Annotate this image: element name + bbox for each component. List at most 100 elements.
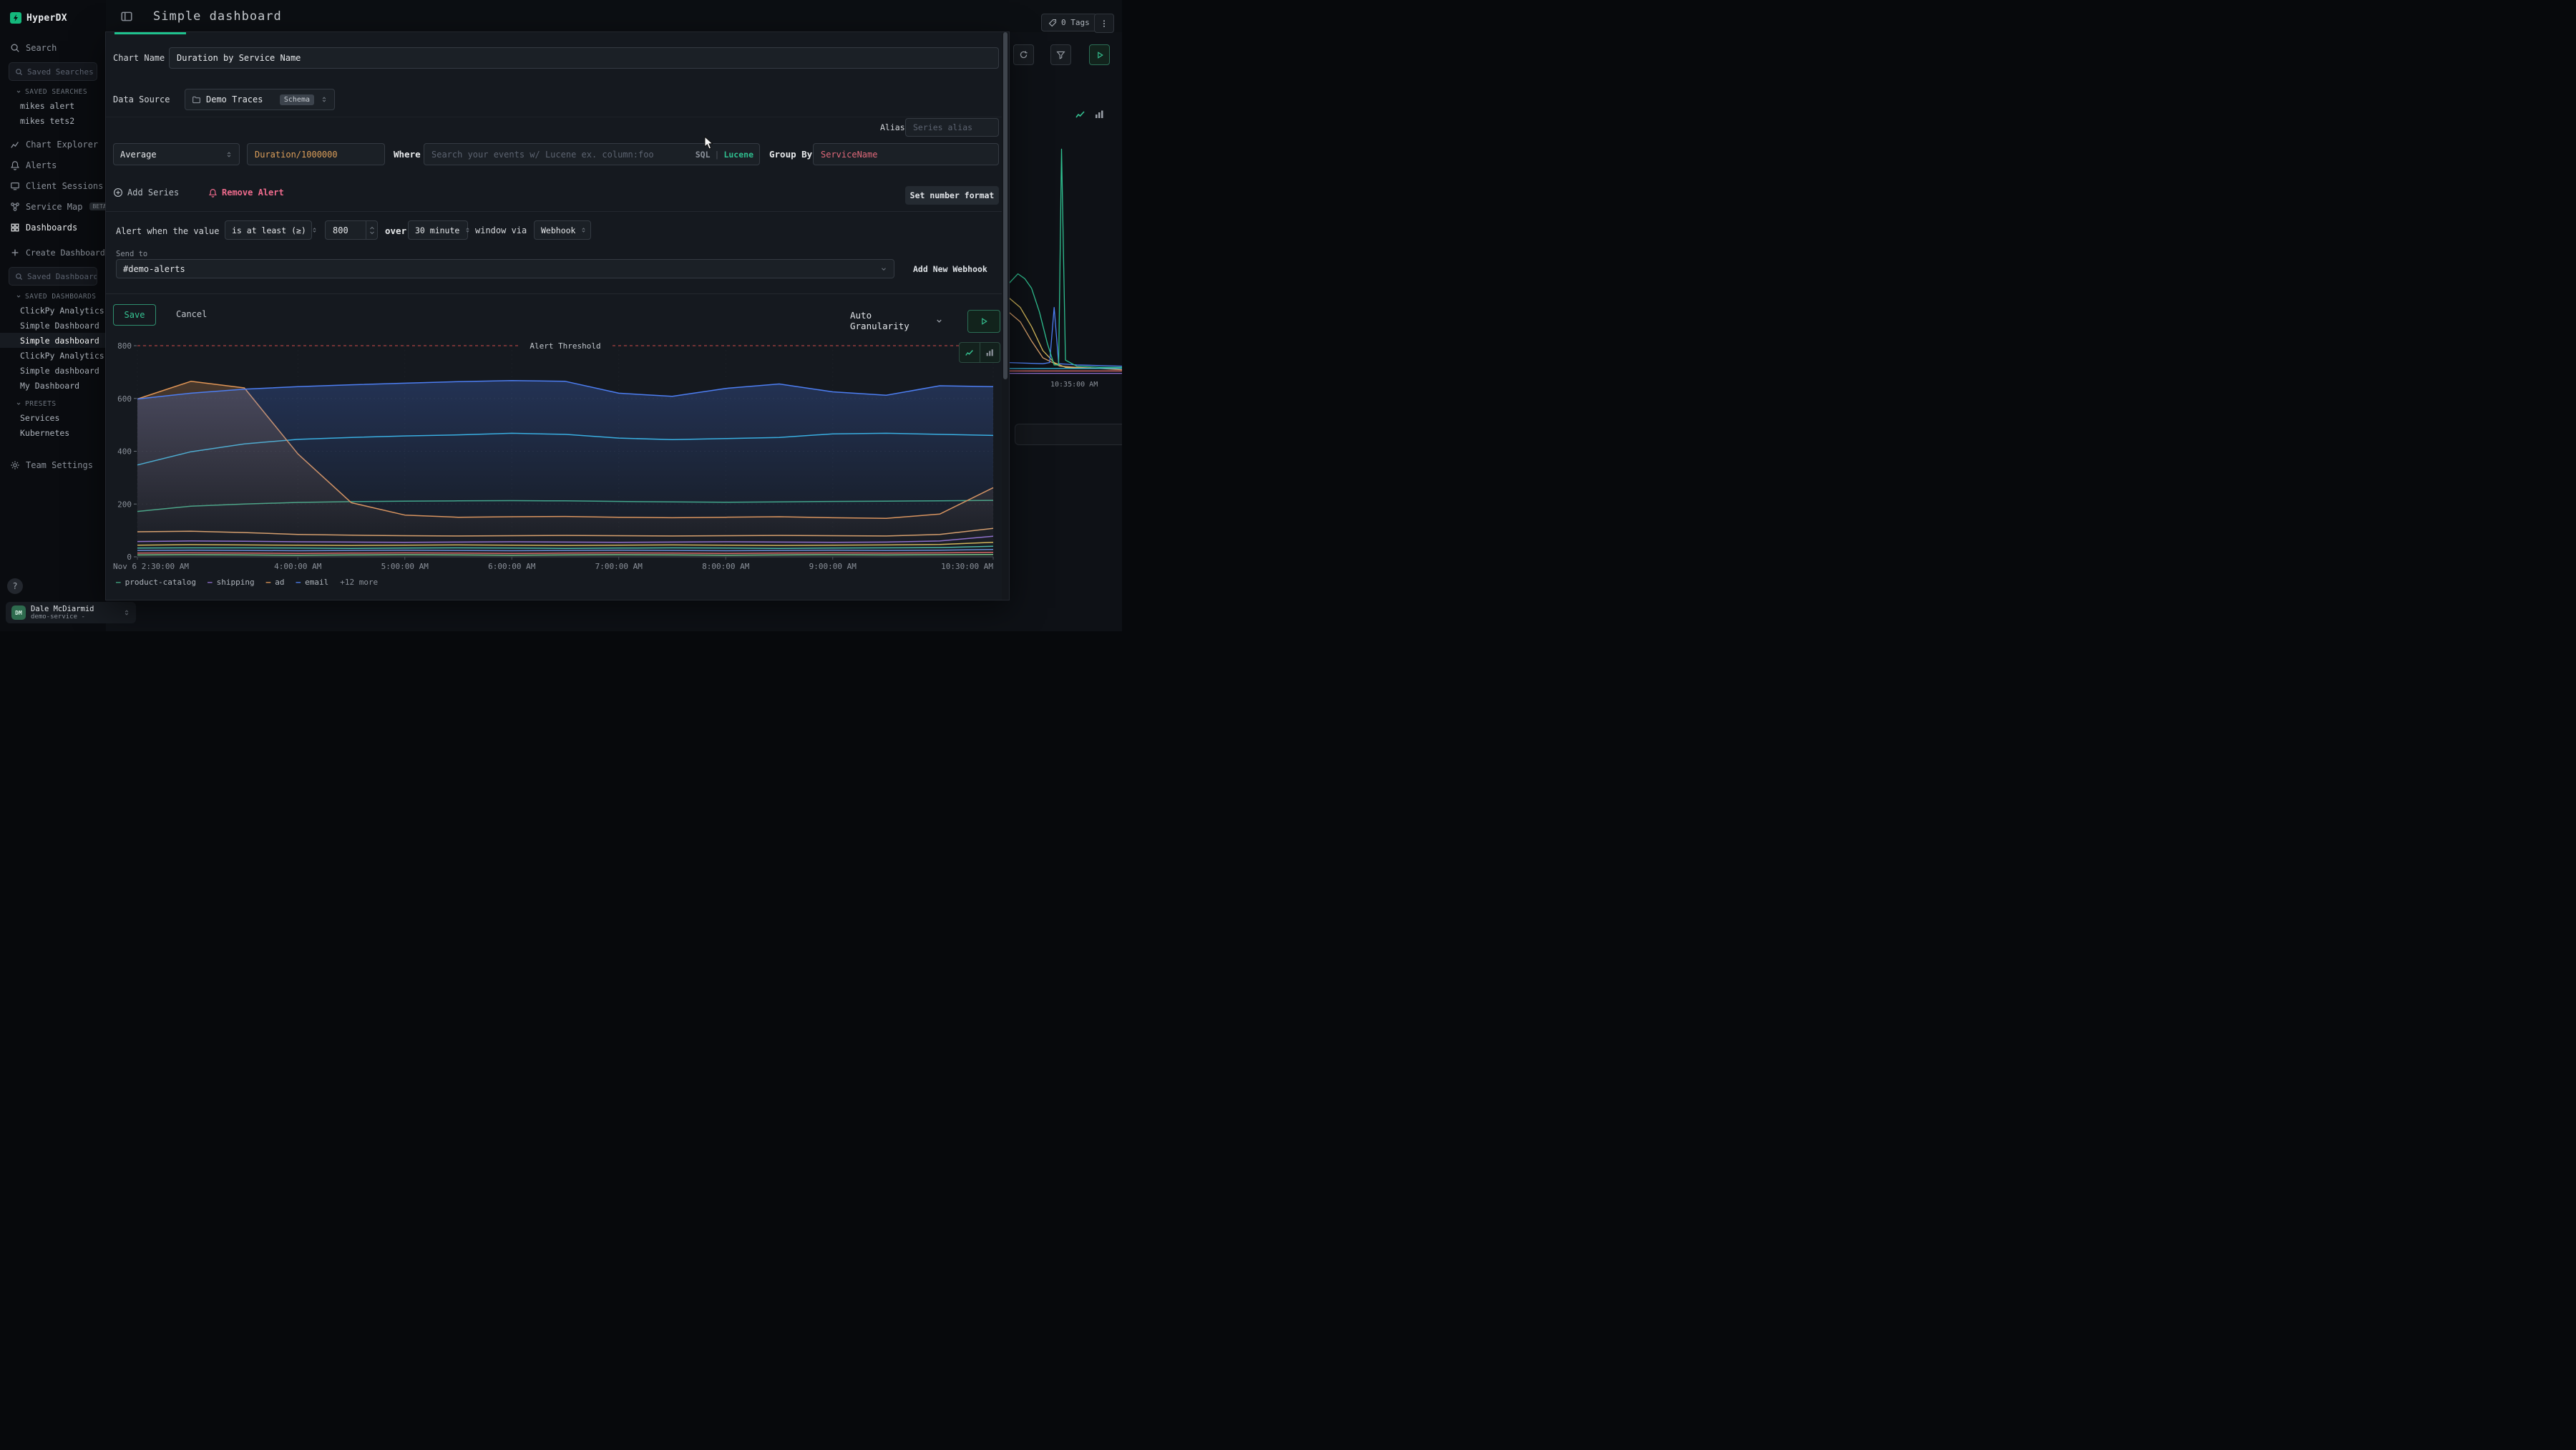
scrollbar-thumb[interactable] [1003, 32, 1008, 379]
tag-icon [1048, 19, 1057, 27]
legend-more[interactable]: +12 more [340, 578, 378, 587]
user-menu[interactable]: DM Dale McDiarmid demo-service - [6, 602, 136, 623]
chevron-down-icon [935, 317, 943, 325]
stepper-up-icon[interactable] [369, 225, 375, 230]
line-chart-icon [965, 348, 975, 358]
aggregation-select[interactable]: Average [113, 143, 240, 165]
sidebar-item-client-sessions[interactable]: Client Sessions [0, 175, 106, 196]
stepper-down-icon[interactable] [369, 230, 375, 235]
set-number-format-button[interactable]: Set number format [905, 186, 999, 205]
background-chart [1009, 140, 1122, 379]
page-title: Simple dashboard [153, 9, 282, 24]
preset-item-kubernetes[interactable]: Kubernetes [0, 425, 106, 440]
duration-chart[interactable]: 0200400600800Nov 6 2:30:00 AM4:00:00 AM5… [112, 339, 1002, 575]
chart-name-input[interactable] [169, 47, 999, 69]
run-chart-button[interactable] [967, 310, 1000, 333]
data-source-select[interactable]: Demo Traces Schema [185, 89, 335, 110]
sidebar-item-search[interactable]: Search [0, 37, 106, 58]
sidebar-item-service-map[interactable]: Service Map BETA [0, 196, 106, 217]
saved-searches-header[interactable]: SAVED SEARCHES [0, 85, 106, 98]
folder-icon [192, 95, 201, 104]
saved-dashboard-item[interactable]: Simple Dashboard [0, 318, 106, 333]
run-query-button[interactable] [1089, 44, 1110, 65]
svg-text:5:00:00 AM: 5:00:00 AM [381, 562, 429, 571]
alias-input[interactable] [905, 118, 999, 137]
save-button[interactable]: Save [113, 304, 156, 326]
chevrons-updown-icon [580, 227, 587, 233]
collapse-sidebar-icon[interactable] [120, 10, 133, 23]
bar-chart-toggle[interactable] [980, 343, 1000, 362]
sidebar-item-dashboards[interactable]: Dashboards [0, 217, 106, 238]
more-options-button[interactable] [1094, 14, 1114, 33]
alert-window-select[interactable]: 30 minute [408, 220, 468, 240]
chevron-down-icon [16, 293, 21, 299]
chevrons-updown-icon [123, 609, 130, 616]
preset-item-services[interactable]: Services [0, 410, 106, 425]
svg-text:600: 600 [117, 394, 132, 404]
line-chart-toggle[interactable] [960, 343, 980, 362]
saved-dashboard-item[interactable]: ClickPy Analytics [0, 348, 106, 363]
sql-toggle[interactable]: SQL [696, 150, 711, 160]
filter-button[interactable] [1050, 44, 1071, 65]
field-expression-input[interactable] [247, 143, 385, 165]
saved-dashboards-header[interactable]: SAVED DASHBOARDS [0, 290, 106, 303]
legend-item[interactable]: —shipping [208, 578, 255, 587]
legend-item[interactable]: —ad [266, 578, 285, 587]
sidebar-item-team-settings[interactable]: Team Settings [0, 454, 106, 475]
number-stepper [366, 221, 377, 239]
legend-item[interactable]: —product-catalog [116, 578, 196, 587]
granularity-select[interactable]: Auto Granularity [843, 310, 950, 331]
saved-searches-search-input[interactable]: Saved Searches [9, 62, 97, 81]
saved-search-item[interactable]: mikes tets2 [0, 113, 106, 128]
svg-text:4:00:00 AM: 4:00:00 AM [274, 562, 322, 571]
chart-explorer-icon [10, 140, 20, 150]
sidebar-item-chart-explorer[interactable]: Chart Explorer [0, 134, 106, 155]
legend-item[interactable]: —email [296, 578, 328, 587]
sidebar-item-alerts[interactable]: Alerts [0, 155, 106, 175]
filter-icon [1056, 50, 1065, 59]
dots-vertical-icon [1100, 19, 1108, 28]
window-via-text: window via [475, 225, 527, 235]
add-new-webhook-button[interactable]: Add New Webhook [913, 264, 987, 274]
lucene-toggle[interactable]: Lucene [723, 150, 753, 160]
group-by-input[interactable] [813, 143, 999, 165]
help-button[interactable]: ? [7, 578, 23, 594]
modal-scrollbar[interactable] [1002, 32, 1009, 600]
user-subtitle: demo-service - [31, 613, 94, 621]
presets-header[interactable]: PRESETS [0, 397, 106, 410]
over-text: over [385, 225, 406, 236]
service-map-icon [10, 202, 20, 212]
refresh-icon [1019, 50, 1028, 59]
saved-dashboard-item[interactable]: Simple dashboard [0, 363, 106, 378]
tags-button[interactable]: 0 Tags [1041, 14, 1097, 31]
bar-chart-icon[interactable] [1093, 109, 1105, 120]
saved-dashboards-search-input[interactable]: Saved Dashboards [9, 267, 97, 286]
play-icon [980, 317, 988, 326]
chart-name-label: Chart Name [113, 53, 165, 63]
svg-text:7:00:00 AM: 7:00:00 AM [595, 562, 643, 571]
legend-swatch: — [296, 578, 301, 587]
alias-label: Alias [880, 122, 900, 132]
alert-prefix-text: Alert when the value [116, 226, 220, 236]
alert-condition-select[interactable]: is at least (≥) [225, 220, 312, 240]
saved-dashboard-item-active[interactable]: Simple dashboard [0, 333, 106, 348]
brand[interactable]: HyperDX [0, 9, 106, 27]
remove-alert-button[interactable]: Remove Alert [208, 188, 284, 198]
send-to-select[interactable]: #demo-alerts [116, 259, 894, 278]
background-panel-edge [1015, 424, 1122, 445]
chevron-down-icon [880, 266, 887, 273]
refresh-button[interactable] [1013, 44, 1034, 65]
saved-search-item[interactable]: mikes alert [0, 98, 106, 113]
saved-dashboard-item[interactable]: ClickPy Analytics [0, 303, 106, 318]
alert-channel-select[interactable]: Webhook [534, 220, 591, 240]
line-chart-icon[interactable] [1075, 109, 1086, 120]
svg-text:Nov 6 2:30:00 AM: Nov 6 2:30:00 AM [113, 562, 189, 571]
background-dashboard-strip: 10:35:00 AM [1009, 32, 1122, 631]
add-series-button[interactable]: Add Series [113, 188, 179, 198]
svg-text:800: 800 [117, 341, 132, 351]
cancel-button[interactable]: Cancel [167, 304, 215, 324]
create-dashboard-button[interactable]: Create Dashboard [0, 242, 106, 263]
chevrons-updown-icon [464, 227, 471, 233]
app-root: HyperDX Search Saved Searches SAVED SEAR… [0, 0, 1122, 631]
saved-dashboard-item[interactable]: My Dashboard [0, 378, 106, 393]
